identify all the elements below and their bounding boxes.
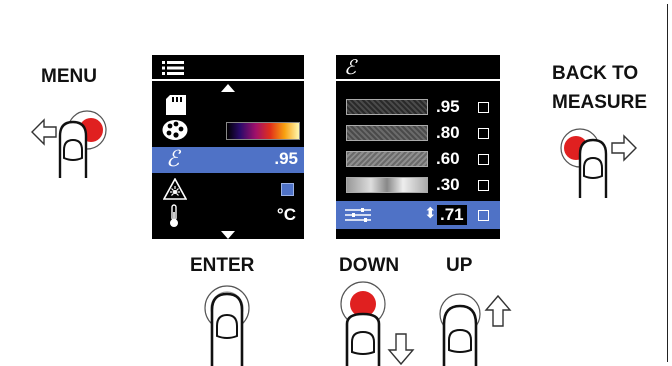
menu-item-emissivity[interactable]: ℰ .95	[152, 147, 304, 173]
up-button[interactable]	[430, 290, 520, 366]
preset-row[interactable]: .60	[336, 147, 500, 171]
menu-item-laser[interactable]	[152, 177, 304, 201]
laser-warning-icon	[163, 178, 187, 200]
temperature-unit: °C	[276, 205, 296, 224]
thermometer-icon	[170, 204, 178, 227]
palette-icon	[162, 120, 188, 140]
menu-screen: ℰ .95 °C	[152, 55, 304, 239]
back-to-measure-label-1: BACK TO	[552, 63, 639, 84]
down-label: DOWN	[339, 255, 400, 276]
preset-checkbox[interactable]	[478, 180, 489, 191]
preset-row[interactable]: .80	[336, 121, 500, 145]
header-divider	[152, 79, 304, 81]
preset-value: .60	[436, 149, 460, 168]
left-arrow-icon	[31, 118, 57, 146]
adjust-sliders-icon	[345, 208, 371, 222]
preset-value: .95	[436, 97, 460, 116]
laser-toggle[interactable]	[281, 183, 294, 196]
surface-swatch	[346, 99, 428, 115]
frame-edge	[667, 4, 668, 362]
enter-label: ENTER	[190, 255, 255, 276]
scroll-down-icon[interactable]	[221, 231, 235, 239]
custom-emissivity-row[interactable]: ⬍ .71	[336, 201, 500, 229]
preset-row[interactable]: .95	[336, 95, 500, 119]
menu-item-units[interactable]: °C	[152, 203, 304, 227]
emissivity-header-icon: ℰ	[344, 55, 357, 79]
menu-button[interactable]	[30, 100, 120, 190]
menu-item-palette[interactable]	[152, 118, 304, 142]
menu-item-memory[interactable]	[152, 93, 304, 117]
preset-checkbox[interactable]	[478, 102, 489, 113]
header-divider	[336, 79, 500, 81]
memory-card-icon	[166, 95, 186, 115]
up-arrow-icon	[484, 294, 512, 327]
scroll-up-icon[interactable]	[221, 84, 235, 92]
preset-value: .80	[436, 123, 460, 142]
up-label: UP	[446, 255, 473, 276]
down-arrow-icon	[387, 333, 415, 366]
enter-button[interactable]	[197, 280, 257, 366]
back-to-measure-button[interactable]	[550, 120, 640, 200]
preset-checkbox[interactable]	[478, 154, 489, 165]
palette-gradient-bar	[226, 122, 300, 140]
custom-checkbox[interactable]	[478, 210, 489, 221]
preset-checkbox[interactable]	[478, 128, 489, 139]
surface-swatch	[346, 151, 428, 167]
emissivity-screen: ℰ .95 .80 .60 .30 ⬍ .71	[336, 55, 500, 239]
right-arrow-icon	[611, 134, 637, 162]
list-menu-icon	[162, 61, 184, 75]
up-down-icon: ⬍	[424, 204, 437, 222]
preset-value: .30	[436, 175, 460, 194]
surface-swatch	[346, 177, 428, 193]
surface-swatch	[346, 125, 428, 141]
preset-row[interactable]: .30	[336, 173, 500, 197]
back-to-measure-label-2: MEASURE	[552, 92, 648, 113]
down-button[interactable]	[333, 280, 423, 366]
menu-label: MENU	[41, 66, 97, 87]
emissivity-value: .95	[274, 149, 298, 168]
custom-emissivity-value[interactable]: .71	[437, 205, 467, 225]
emissivity-icon: ℰ	[166, 147, 180, 172]
